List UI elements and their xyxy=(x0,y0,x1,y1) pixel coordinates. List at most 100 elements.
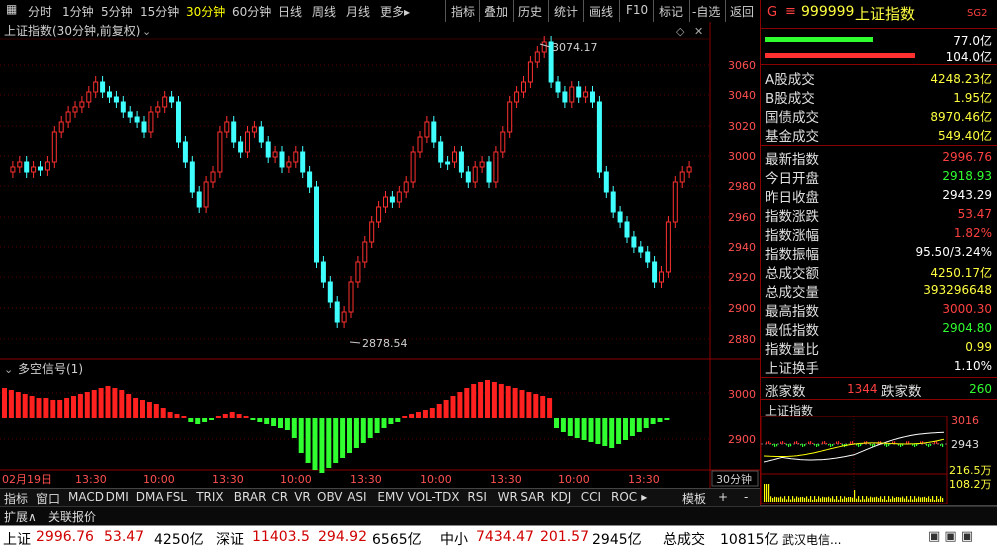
signal-bar xyxy=(630,418,635,436)
indicator-tab[interactable]: OBV xyxy=(317,490,343,504)
indicator-tab[interactable]: ROC xyxy=(611,490,637,504)
tool-stats[interactable]: 统计 xyxy=(554,3,578,20)
indicator-tab[interactable]: MACD xyxy=(68,490,104,504)
indicator-tab[interactable]: TRIX xyxy=(196,490,223,504)
indicator-tab[interactable]: BRAR xyxy=(234,490,267,504)
tool-mark[interactable]: 标记 xyxy=(659,3,683,20)
indicator-tab[interactable]: - xyxy=(744,490,748,504)
indicator-tab[interactable]: SAR xyxy=(520,490,544,504)
signal-bar xyxy=(313,418,318,470)
indicator-tab[interactable]: FSL xyxy=(166,490,187,504)
indicator-tab[interactable]: RSI xyxy=(467,490,487,504)
stock-name: 上证指数 xyxy=(855,3,915,24)
b-share-value: 1.95亿 xyxy=(953,89,992,106)
tab-related-quote[interactable]: 关联报价 xyxy=(48,508,96,525)
candle-body xyxy=(73,107,77,112)
menu-icon[interactable]: ≡ xyxy=(785,4,796,19)
candle-body xyxy=(239,142,243,152)
indicator-tab[interactable]: WR xyxy=(498,490,518,504)
sh-label[interactable]: 上证 xyxy=(3,529,31,549)
status-icons[interactable]: ▣ ▣ ▣ xyxy=(928,529,973,544)
candle-body xyxy=(128,112,132,117)
period-15min[interactable]: 15分钟 xyxy=(140,3,179,20)
indicator-tab[interactable]: KDJ xyxy=(551,490,572,504)
candle-body xyxy=(321,262,325,282)
period-5min[interactable]: 5分钟 xyxy=(101,3,133,20)
kline-chart[interactable]: 上证指数(30分钟,前复权) ⌄ ◇ ✕ 3074.17 2878.54 306… xyxy=(0,22,760,488)
low-label: 2878.54 xyxy=(362,337,408,350)
period-week[interactable]: 周线 xyxy=(312,3,336,20)
candle-body xyxy=(660,272,664,282)
signal-bar xyxy=(223,414,228,418)
indicator-tab[interactable]: 窗口 xyxy=(36,490,60,507)
signal-bar xyxy=(506,386,511,418)
period-fenshi[interactable]: 分时 xyxy=(28,3,52,20)
candle-body xyxy=(556,82,560,92)
indicator-tab[interactable]: CR xyxy=(271,490,288,504)
b-share-label: B股成交 xyxy=(765,87,815,107)
signal-bar xyxy=(2,388,7,418)
signal-bar xyxy=(78,394,83,418)
chart-options-icon[interactable]: ⌄ xyxy=(142,25,151,38)
period-month[interactable]: 月线 xyxy=(346,3,370,20)
candle-body xyxy=(294,152,298,162)
signal-bar xyxy=(43,398,48,418)
signal-bar xyxy=(133,398,138,418)
tool-back[interactable]: 返回 xyxy=(730,3,754,20)
indicator-tab[interactable]: ASI xyxy=(347,490,366,504)
tool-history[interactable]: 历史 xyxy=(518,3,542,20)
period-box[interactable]: 30分钟 xyxy=(716,472,752,486)
period-day[interactable]: 日线 xyxy=(278,3,302,20)
indicator-tab[interactable]: 模板 xyxy=(682,490,706,507)
sz-label[interactable]: 深证 xyxy=(216,529,244,549)
signal-bar xyxy=(485,380,490,418)
signal-bar xyxy=(423,410,428,418)
tool-overlay[interactable]: 叠加 xyxy=(484,3,508,20)
y-tick: 2900 xyxy=(728,302,756,315)
zx-label[interactable]: 中小 xyxy=(440,529,468,549)
candle-body xyxy=(94,82,98,92)
chart-title: 上证指数(30分钟,前复权) xyxy=(4,23,140,38)
candle-body xyxy=(45,162,49,170)
indicator-tab[interactable]: + xyxy=(718,490,728,504)
indicator-tab[interactable]: DMI xyxy=(106,490,129,504)
signal-bar xyxy=(271,418,276,426)
indicator-tab[interactable]: ▸ xyxy=(641,490,647,504)
tool-indicator[interactable]: 指标 xyxy=(451,3,475,20)
candle-body xyxy=(183,142,187,162)
signal-bar xyxy=(112,388,117,418)
sh-price: 2996.76 xyxy=(36,529,94,545)
tab-extend[interactable]: 扩展∧ xyxy=(4,508,37,525)
signal-bar xyxy=(471,384,476,418)
chart-diamond-icon[interactable]: ◇ xyxy=(676,25,685,38)
signal-bar xyxy=(444,400,449,418)
period-1min[interactable]: 1分钟 xyxy=(62,3,94,20)
signal-bar xyxy=(457,392,462,418)
signal-bar xyxy=(499,384,504,418)
signal-bar xyxy=(333,418,338,463)
indicator-tab[interactable]: CCI xyxy=(581,490,601,504)
quote-value: 53.47 xyxy=(958,207,992,221)
extra-info[interactable]: 武汉电信... xyxy=(782,531,841,548)
indicator-tab[interactable]: EMV xyxy=(377,490,403,504)
chart-close-icon[interactable]: ✕ xyxy=(694,25,703,38)
up-count-label: 涨家数 xyxy=(765,380,806,400)
intraday-mini-chart[interactable]: 3016 2943 216.5万 108.2万 xyxy=(761,416,997,504)
toolbar-menu-icon[interactable]: ▦ xyxy=(6,2,17,16)
period-60min[interactable]: 60分钟 xyxy=(232,3,271,20)
x-label: 13:30 xyxy=(350,473,382,486)
signal-bar xyxy=(651,418,656,424)
tool-draw[interactable]: 画线 xyxy=(589,3,613,20)
tool-f10[interactable]: F10 xyxy=(626,3,648,17)
y-tick: 2880 xyxy=(728,333,756,346)
indicator-tab[interactable]: 指标 xyxy=(4,490,28,507)
signal-bar xyxy=(188,418,193,422)
signal-bar xyxy=(478,382,483,418)
indicator-tab[interactable]: VR xyxy=(294,490,311,504)
tool-watchlist[interactable]: -自选 xyxy=(692,3,720,20)
period-more[interactable]: 更多▸ xyxy=(380,3,410,20)
indicator-tab[interactable]: VOL-TDX xyxy=(408,490,460,504)
period-30min[interactable]: 30分钟 xyxy=(186,3,225,20)
indicator-options-icon[interactable]: ⌄ xyxy=(4,363,13,376)
indicator-tab[interactable]: DMA xyxy=(136,490,164,504)
